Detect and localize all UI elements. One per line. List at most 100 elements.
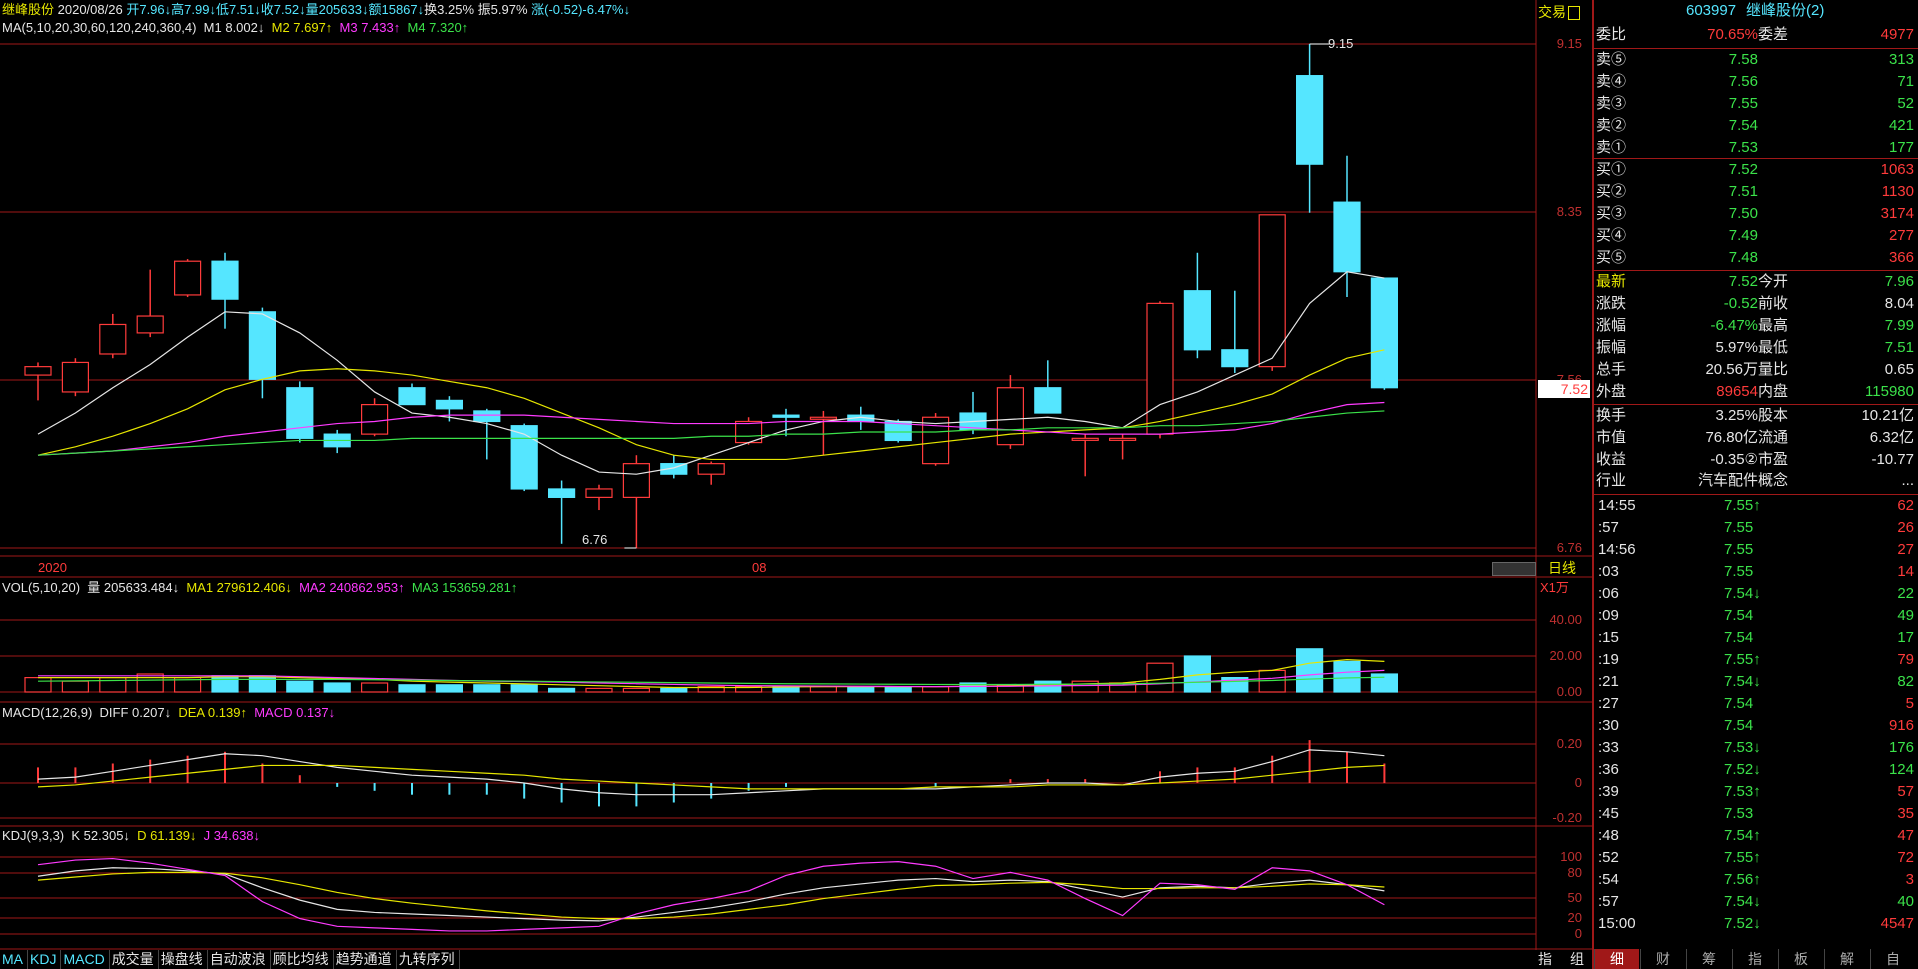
ma-m3: M3 7.433↑ (339, 20, 401, 35)
tick-volume: 57 (1897, 783, 1914, 800)
vol-ma2: MA2 240862.953↑ (299, 580, 405, 595)
info-label: 换手 (1596, 407, 1627, 424)
ask-label: 卖④ (1596, 73, 1627, 90)
ask-row: 卖① 7.53 177 (1594, 137, 1918, 159)
tick-volume: 27 (1897, 541, 1914, 558)
bid-label: 买④ (1596, 227, 1627, 244)
quote-tab[interactable]: 财 (1640, 949, 1685, 969)
tick-time: :03 (1598, 563, 1619, 580)
tick-price: 7.53 (1724, 805, 1754, 822)
tick-price: 7.54 (1724, 695, 1754, 712)
stat-label: 今开 (1758, 273, 1789, 290)
bid-row: 买⑤ 7.48 366 (1594, 247, 1918, 269)
candle-body (1183, 290, 1212, 351)
stat-label: 量比 (1758, 361, 1789, 378)
tick-price: 7.54 (1724, 629, 1754, 646)
tab-macd[interactable]: MACD (61, 950, 110, 969)
tab-group[interactable]: 组 (1570, 950, 1584, 969)
quote-tab[interactable]: 指 (1732, 949, 1777, 969)
tab-kdj[interactable]: KDJ (28, 950, 62, 969)
concept-value[interactable]: ... (1901, 470, 1914, 492)
stat-label: 涨幅 (1596, 317, 1627, 334)
ma-line-m3 (37, 401, 1385, 456)
tick-volume: 14 (1897, 563, 1914, 580)
volume-bar (1071, 680, 1099, 693)
tick-time: :21 (1598, 673, 1619, 690)
stat-value: 0.65 (1884, 361, 1914, 378)
stat-value: 8.04 (1884, 295, 1914, 312)
quote-tab[interactable]: 板 (1778, 949, 1823, 969)
stock-chart-canvas[interactable] (0, 0, 1592, 950)
industry-row: 行业 汽车配件 概念 ... (1594, 470, 1918, 492)
tick-time: :30 (1598, 717, 1619, 734)
open-value: 开7.96↓ (126, 2, 172, 17)
tab-trend-channel[interactable]: 趋势通道 (334, 950, 397, 969)
quote-tab[interactable]: 筹 (1686, 949, 1731, 969)
tab-td-sequence[interactable]: 九转序列 (397, 950, 460, 969)
stat-label: 总手 (1596, 361, 1627, 378)
info-value: 6.32亿 (1869, 429, 1914, 446)
stat-row: 涨跌 -0.52 前收 8.04 (1594, 293, 1918, 315)
volume-bar (323, 682, 351, 693)
volume-bar (248, 675, 276, 693)
stat-value: 7.52 (1728, 273, 1758, 290)
tab-volume[interactable]: 成交量 (110, 950, 159, 969)
stat-label: 外盘 (1596, 383, 1627, 400)
stat-value: 115980 (1865, 383, 1914, 400)
volume-bar (921, 685, 950, 693)
stat-label: 涨跌 (1596, 295, 1627, 312)
tick-volume: 79 (1897, 651, 1914, 668)
tab-indicator[interactable]: 指 (1538, 950, 1552, 969)
tab-operation-line[interactable]: 操盘线 (159, 950, 208, 969)
ma-line-m2 (37, 349, 1385, 461)
bid-label: 买③ (1596, 205, 1627, 222)
candle-body (1370, 277, 1399, 389)
bid-volume: 366 (1888, 249, 1914, 266)
quote-tab[interactable]: 解 (1824, 949, 1869, 969)
vol-axis-40: 40.00 (1549, 612, 1582, 627)
info-label: 收益 (1596, 451, 1627, 468)
tab-guppy-ma[interactable]: 顾比均线 (271, 950, 334, 969)
tick-row: :52 7.55↑ 72 (1594, 847, 1918, 869)
high-annotation: 9.15 (1328, 36, 1354, 51)
tick-time: :27 (1598, 695, 1619, 712)
industry-label: 行业 (1596, 472, 1627, 489)
ask-label: 卖⑤ (1596, 51, 1627, 68)
info-row: 换手 3.25% 股本 10.21亿 (1594, 405, 1918, 427)
ask-label: 卖③ (1596, 95, 1627, 112)
candle-body (1146, 302, 1174, 435)
info-label: 流通 (1758, 429, 1789, 446)
tick-price: 7.55 (1724, 563, 1754, 580)
industry-value[interactable]: 汽车配件 (1698, 470, 1758, 492)
chart-scrollbar[interactable] (1492, 562, 1536, 576)
candle-body (398, 387, 426, 406)
candle-body (622, 463, 651, 498)
macd-axis-neg: -0.20 (1552, 810, 1582, 825)
tick-row: 15:00 7.52↓ 4547 (1594, 913, 1918, 935)
tick-volume: 22 (1897, 585, 1914, 602)
tick-price: 7.55↑ (1724, 849, 1761, 866)
tick-price: 7.54↑ (1724, 827, 1761, 844)
trade-button[interactable]: 交易 (1538, 2, 1588, 21)
tick-list[interactable]: 14:55 7.55↑ 62:57 7.55 26 14:56 7.55 27:03 7.55 1… (1594, 494, 1918, 932)
quote-tab[interactable]: 自 (1870, 949, 1915, 969)
candle-body (1071, 437, 1099, 441)
stat-label: 前收 (1758, 295, 1789, 312)
ask-price: 7.53 (1728, 139, 1758, 156)
vol-ma3: MA3 153659.281↑ (411, 580, 518, 595)
period-label[interactable]: 日线 (1548, 560, 1576, 576)
ask-book: 卖⑤ 7.58 313 卖④ 7.56 71 卖③ 7.55 52 卖② 7.54 421 卖① 7.53… (1594, 48, 1918, 156)
candle-body (1108, 437, 1137, 441)
candle-body (547, 488, 576, 498)
volume-bar (398, 684, 426, 693)
bid-row: 买③ 7.50 3174 (1594, 203, 1918, 225)
quote-tab[interactable]: 细 (1594, 949, 1639, 969)
low-value: 低7.51↓ (215, 2, 261, 17)
volume-bar (24, 676, 52, 693)
ma-m1: M1 8.002↓ (203, 20, 265, 35)
ask-price: 7.56 (1728, 73, 1758, 90)
company-info: 换手 3.25% 股本 10.21亿 市值 76.80亿 流通 6.32亿 收益 -0.35② 市盈… (1594, 404, 1918, 468)
tab-ma[interactable]: MA (0, 950, 28, 969)
bid-label: 买⑤ (1596, 249, 1627, 266)
tab-auto-wave[interactable]: 自动波浪 (208, 950, 271, 969)
